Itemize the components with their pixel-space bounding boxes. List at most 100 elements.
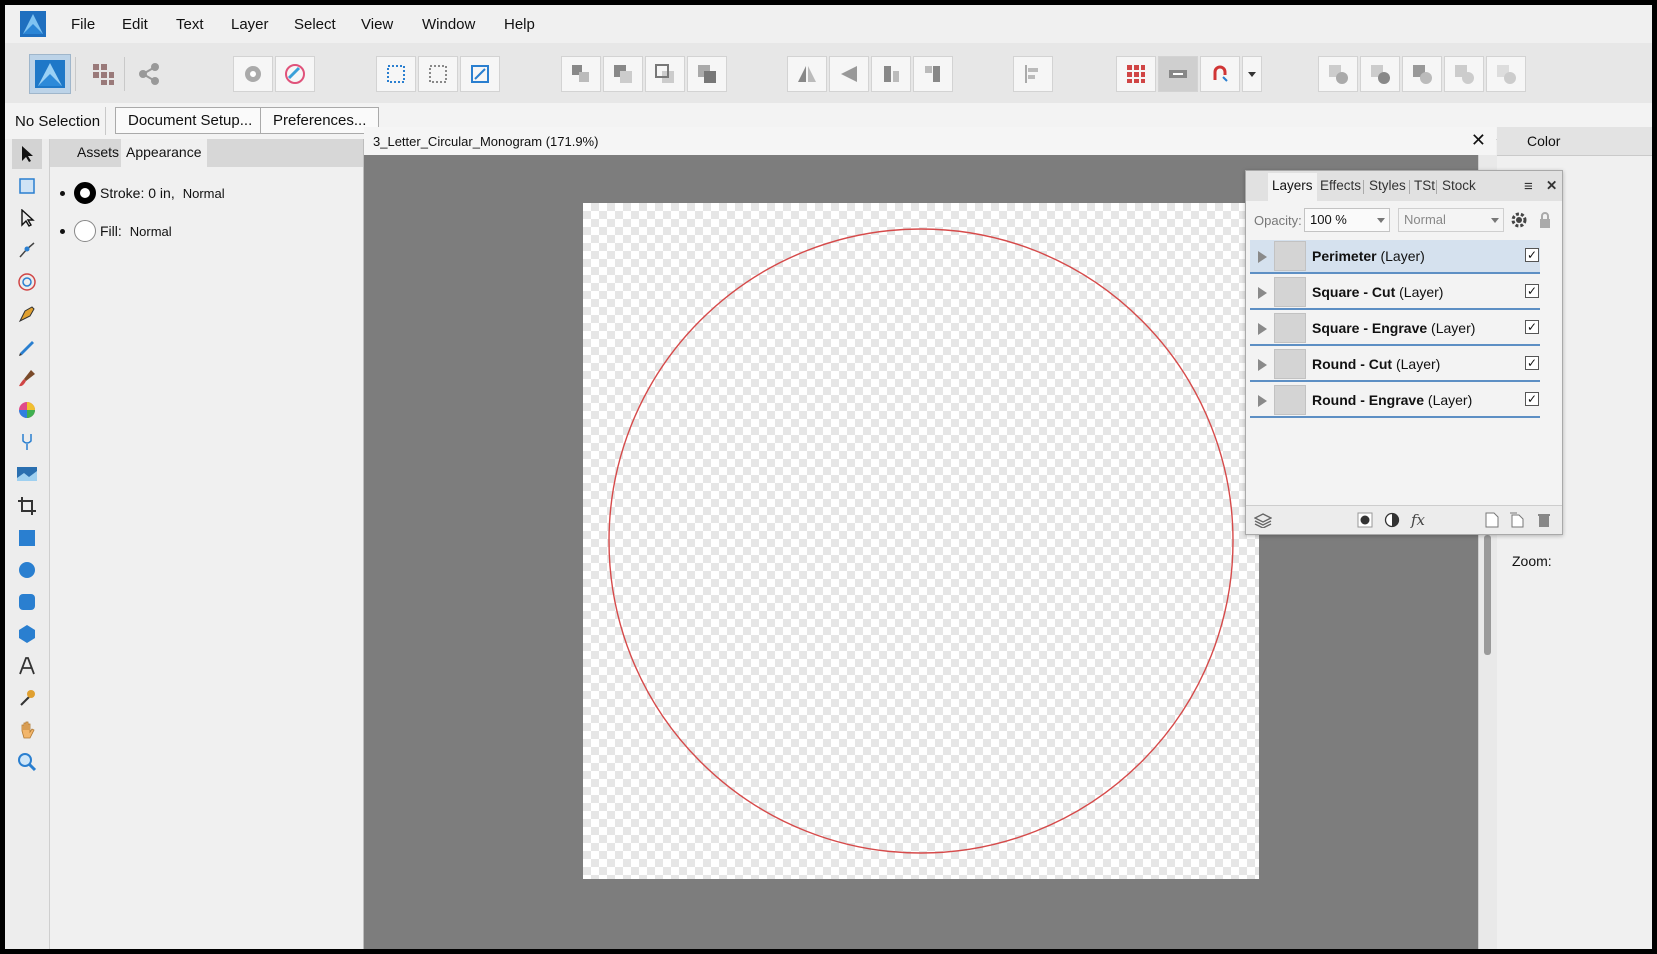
visibility-checkbox[interactable]: ✓ xyxy=(1525,320,1539,334)
place-image-tool[interactable] xyxy=(12,459,42,489)
delete-layer-icon[interactable] xyxy=(1535,511,1553,529)
menu-text[interactable]: Text xyxy=(176,16,204,33)
gear-icon[interactable] xyxy=(1510,211,1528,229)
document-tab[interactable]: 3_Letter_Circular_Monogram (171.9%) ✕ xyxy=(364,127,1496,156)
opacity-dropdown[interactable]: 100 % xyxy=(1304,208,1390,232)
vector-brush-tool[interactable] xyxy=(12,363,42,393)
snapping-options-button[interactable] xyxy=(1158,56,1198,92)
tab-styles[interactable]: Styles xyxy=(1369,178,1406,193)
text-tool[interactable] xyxy=(12,651,42,681)
visibility-checkbox[interactable]: ✓ xyxy=(1525,392,1539,406)
fill-tool[interactable] xyxy=(12,395,42,425)
transparency-tool[interactable] xyxy=(12,427,42,457)
expand-triangle-icon[interactable] xyxy=(1258,287,1267,299)
menu-window[interactable]: Window xyxy=(422,16,475,33)
snapping-dropdown-button[interactable] xyxy=(1242,56,1262,92)
flip-vertical-button[interactable] xyxy=(829,56,869,92)
menu-file[interactable]: File xyxy=(71,16,95,33)
stroke-swatch[interactable] xyxy=(74,182,96,204)
tab-appearance[interactable]: Appearance xyxy=(121,139,207,167)
visibility-checkbox[interactable]: ✓ xyxy=(1525,284,1539,298)
tab-layers[interactable]: Layers xyxy=(1268,173,1317,201)
snapping-magnet-button[interactable] xyxy=(1200,56,1240,92)
boolean-xor-button[interactable] xyxy=(1444,56,1484,92)
add-group-icon[interactable] xyxy=(1508,511,1526,529)
arrange-backward-button[interactable] xyxy=(603,56,643,92)
point-transform-tool[interactable] xyxy=(12,235,42,265)
affinity-designer-logo-icon[interactable] xyxy=(20,11,46,37)
move-tool[interactable] xyxy=(12,139,42,169)
expand-triangle-icon[interactable] xyxy=(1258,395,1267,407)
boolean-intersect-button[interactable] xyxy=(1402,56,1442,92)
pen-tool[interactable] xyxy=(12,299,42,329)
geometry-button[interactable] xyxy=(460,56,500,92)
contour-tool[interactable] xyxy=(12,267,42,297)
document-setup-button[interactable]: Document Setup... xyxy=(115,107,266,134)
boolean-divide-button[interactable] xyxy=(1486,56,1526,92)
menu-select[interactable]: Select xyxy=(294,16,336,33)
tab-stock[interactable]: Stock xyxy=(1442,178,1476,193)
menu-layer[interactable]: Layer xyxy=(231,16,269,33)
preferences-button[interactable]: Preferences... xyxy=(260,107,380,134)
view-tool[interactable] xyxy=(12,715,42,745)
snapping-grid-button[interactable] xyxy=(1116,56,1156,92)
mask-icon[interactable] xyxy=(1356,511,1374,529)
polygon-tool[interactable] xyxy=(12,619,42,649)
close-panel-icon[interactable]: ✕ xyxy=(1546,178,1557,194)
fx-icon[interactable]: fx xyxy=(1409,511,1427,529)
zoom-tool[interactable] xyxy=(12,747,42,777)
boolean-subtract-button[interactable] xyxy=(1360,56,1400,92)
panel-menu-icon[interactable]: ≡ xyxy=(1524,178,1533,195)
tab-color[interactable]: Color xyxy=(1527,133,1560,149)
crop-tool[interactable] xyxy=(12,491,42,521)
perimeter-circle[interactable] xyxy=(583,203,1259,879)
flip-horizontal-button[interactable] xyxy=(787,56,827,92)
ellipse-tool[interactable] xyxy=(12,555,42,585)
eraser-button[interactable] xyxy=(275,56,315,92)
layer-row[interactable]: Round - Cut (Layer) ✓ xyxy=(1250,348,1540,382)
designer-persona-button[interactable] xyxy=(29,54,71,94)
menu-edit[interactable]: Edit xyxy=(122,16,148,33)
artboard-tool[interactable] xyxy=(12,171,42,201)
blend-mode-dropdown[interactable]: Normal xyxy=(1398,208,1504,232)
align-button[interactable] xyxy=(1013,56,1053,92)
rounded-rectangle-tool[interactable] xyxy=(12,587,42,617)
arrange-front-button[interactable] xyxy=(687,56,727,92)
fill-row[interactable]: Fill: Normal xyxy=(60,217,172,245)
layers-stack-icon[interactable] xyxy=(1254,511,1272,529)
node-tool[interactable] xyxy=(12,203,42,233)
expand-triangle-icon[interactable] xyxy=(1258,359,1267,371)
layer-row[interactable]: Square - Engrave (Layer) ✓ xyxy=(1250,312,1540,346)
add-layer-icon[interactable] xyxy=(1483,511,1501,529)
fill-swatch[interactable] xyxy=(74,220,96,242)
menu-help[interactable]: Help xyxy=(504,16,535,33)
visibility-checkbox[interactable]: ✓ xyxy=(1525,356,1539,370)
menu-view[interactable]: View xyxy=(361,16,393,33)
adjustment-icon[interactable] xyxy=(1383,511,1401,529)
rotate-right-button[interactable] xyxy=(913,56,953,92)
artboard[interactable] xyxy=(583,203,1259,879)
tab-text-styles[interactable]: TSt xyxy=(1414,178,1435,193)
assistant-button[interactable] xyxy=(233,56,273,92)
tab-assets[interactable]: Assets xyxy=(72,139,124,167)
scrollbar-thumb[interactable] xyxy=(1484,535,1491,655)
pencil-tool[interactable] xyxy=(12,331,42,361)
tab-effects[interactable]: Effects xyxy=(1320,178,1361,193)
export-persona-button[interactable] xyxy=(129,56,169,92)
arrange-back-button[interactable] xyxy=(561,56,601,92)
layer-row[interactable]: Perimeter (Layer) ✓ xyxy=(1250,240,1540,274)
layer-row[interactable]: Square - Cut (Layer) ✓ xyxy=(1250,276,1540,310)
pixel-persona-button[interactable] xyxy=(83,56,123,92)
visibility-checkbox[interactable]: ✓ xyxy=(1525,248,1539,262)
lock-icon[interactable] xyxy=(1538,211,1552,229)
arrange-forward-button[interactable] xyxy=(645,56,685,92)
expand-triangle-icon[interactable] xyxy=(1258,251,1267,263)
rotate-left-button[interactable] xyxy=(871,56,911,92)
boolean-add-button[interactable] xyxy=(1318,56,1358,92)
color-picker-tool[interactable] xyxy=(12,683,42,713)
rectangle-tool[interactable] xyxy=(12,523,42,553)
close-document-icon[interactable]: ✕ xyxy=(1471,130,1486,151)
expand-triangle-icon[interactable] xyxy=(1258,323,1267,335)
transform-origin-button[interactable] xyxy=(418,56,458,92)
snap-bounding-button[interactable] xyxy=(376,56,416,92)
